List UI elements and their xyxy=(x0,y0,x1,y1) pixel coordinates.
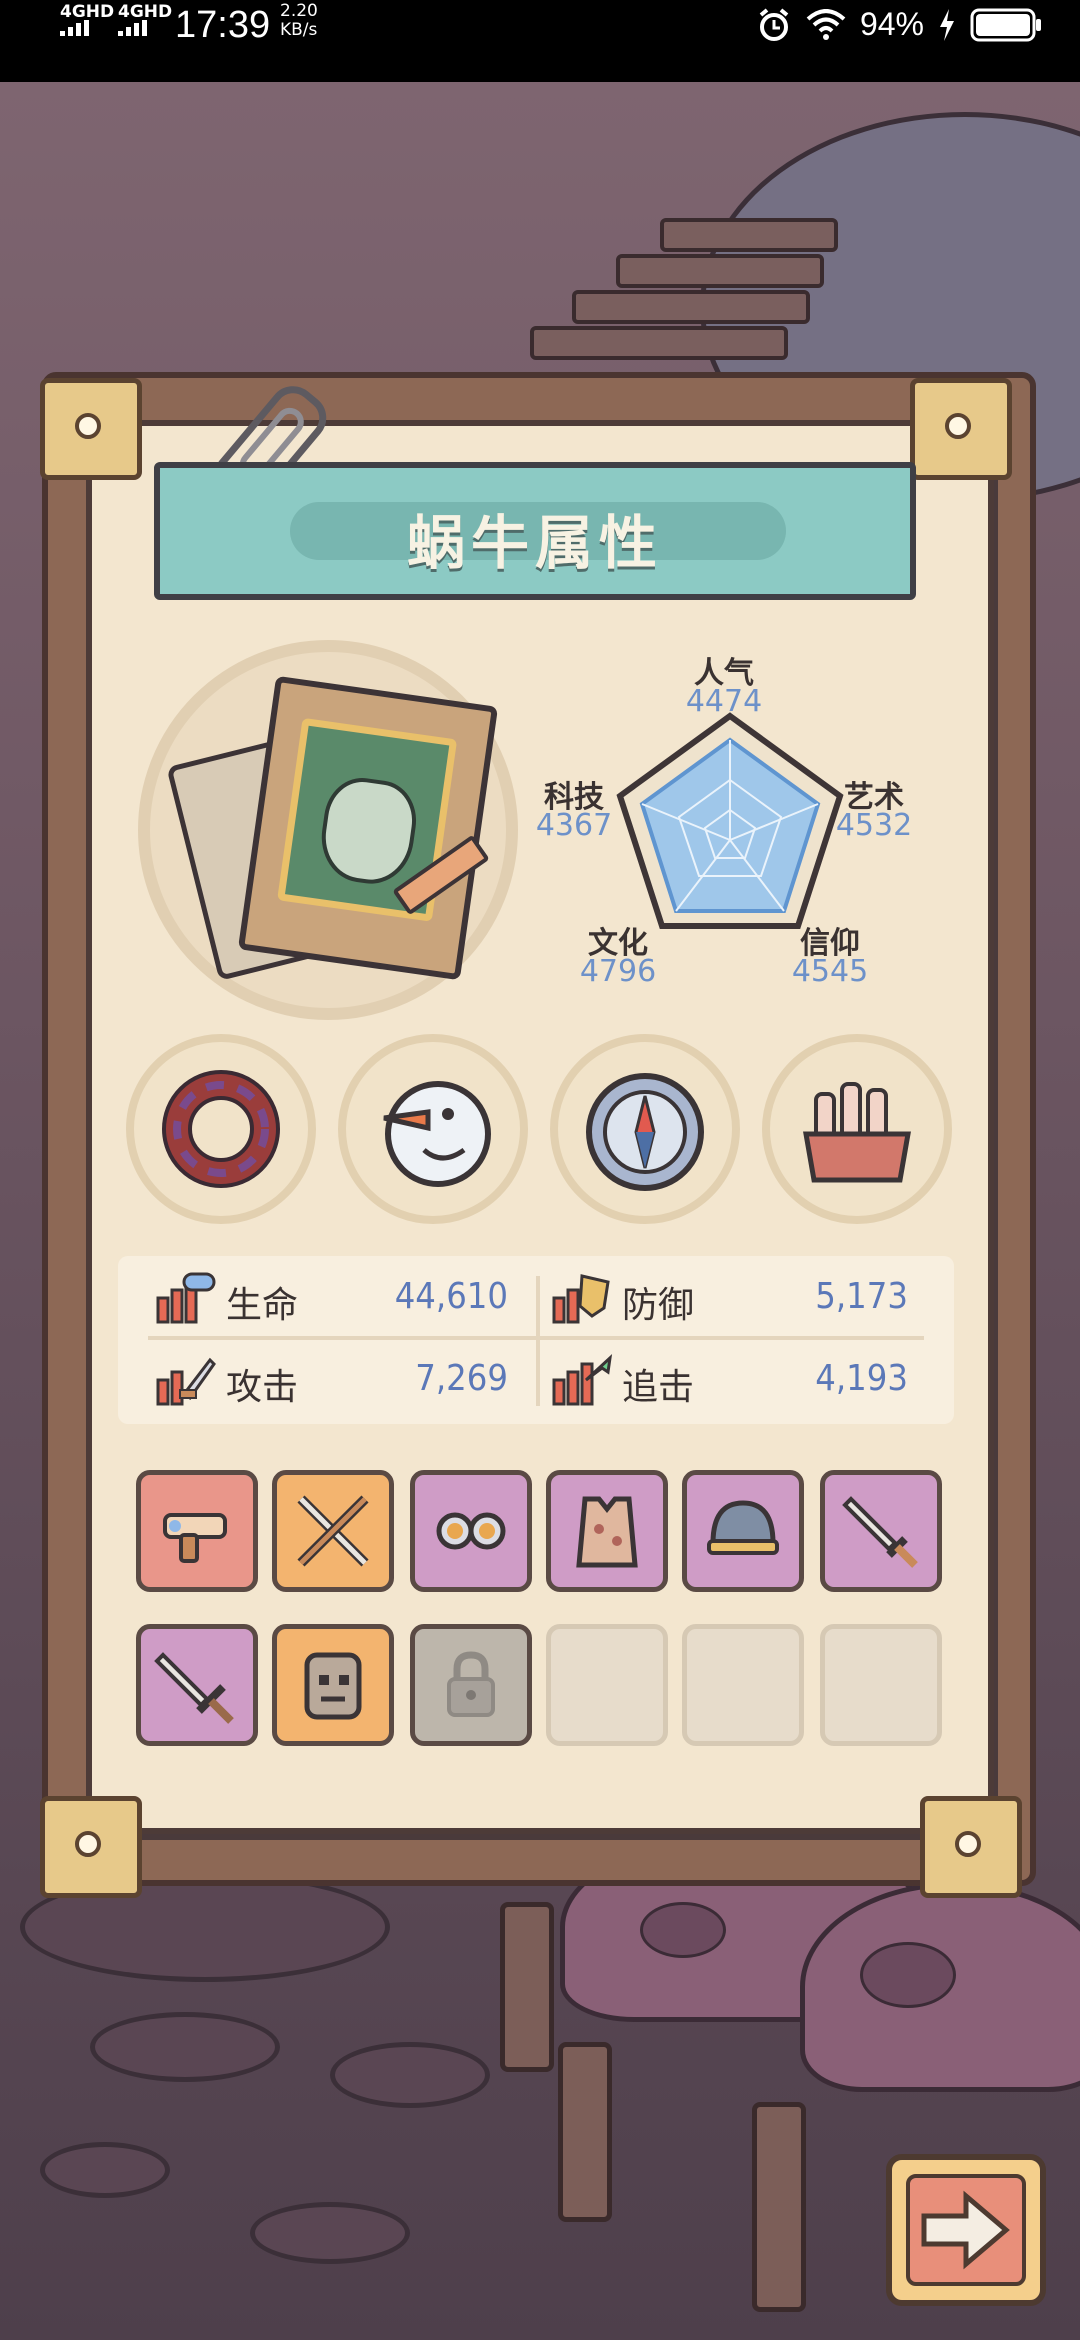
charging-icon xyxy=(940,8,954,41)
equipment-slot-7[interactable] xyxy=(136,1624,258,1746)
clock: 17:39 xyxy=(175,4,271,46)
background-plank xyxy=(572,290,810,324)
network-speed: 2.20 KB/s xyxy=(280,1,318,40)
equipment-slot-8[interactable] xyxy=(272,1624,394,1746)
attack-icon xyxy=(156,1357,216,1406)
defense-icon xyxy=(552,1274,610,1324)
stat-value-technology: 4367 xyxy=(535,808,613,843)
equipment-slot-2[interactable] xyxy=(272,1470,394,1592)
equipment-slot-4[interactable] xyxy=(546,1470,668,1592)
pursuit-icon xyxy=(552,1354,613,1406)
alarm-icon xyxy=(759,7,789,41)
hp-label: 生命 xyxy=(226,1285,299,1326)
attribute-slot-4[interactable] xyxy=(762,1034,952,1224)
equipment-slot-3[interactable] xyxy=(410,1470,532,1592)
attack-value: 7,269 xyxy=(415,1358,508,1399)
attribute-slot-1[interactable] xyxy=(126,1034,316,1224)
background-stone xyxy=(250,2202,410,2264)
background-stone xyxy=(330,2042,490,2108)
stat-value-faith: 4545 xyxy=(791,954,869,989)
hp-icon xyxy=(156,1272,216,1324)
wooden-totem-icon xyxy=(304,1652,362,1720)
armor-vest-icon xyxy=(576,1496,638,1568)
equipment-slot-empty[interactable] xyxy=(682,1624,804,1746)
network-label-1: 4GHD xyxy=(60,2,115,22)
tentacle-ring-icon xyxy=(162,1070,280,1188)
short-sword-icon xyxy=(154,1652,234,1724)
background-plank xyxy=(660,218,838,252)
signal-icon xyxy=(118,20,152,36)
background-plank xyxy=(530,326,788,360)
defense-label: 防御 xyxy=(622,1285,695,1326)
defense-value: 5,173 xyxy=(815,1276,908,1317)
hp-value: 44,610 xyxy=(394,1276,508,1317)
stat-value-art: 4532 xyxy=(835,808,913,843)
equipment-slot-1[interactable] xyxy=(136,1470,258,1592)
corner-bracket xyxy=(40,1796,142,1898)
corner-bracket xyxy=(910,378,1012,480)
character-face-icon xyxy=(315,773,422,890)
background-stone xyxy=(90,2012,280,2082)
fence-post xyxy=(558,2042,612,2222)
stat-value-culture: 4796 xyxy=(579,954,657,989)
attribute-slot-2[interactable] xyxy=(338,1034,528,1224)
title-banner: 蜗牛属性 xyxy=(154,462,916,600)
right-arrow-icon xyxy=(921,2190,1010,2270)
mushroom-spot xyxy=(640,1902,726,1958)
attribute-slot-3[interactable] xyxy=(550,1034,740,1224)
combat-stats-panel: 生命 44,610 防御 5,173 攻击 7,269 追击 4,193 xyxy=(118,1256,954,1424)
background-plank xyxy=(616,254,824,288)
character-portrait[interactable] xyxy=(237,675,499,981)
corner-bracket xyxy=(920,1796,1022,1898)
helmet-icon xyxy=(707,1500,779,1555)
dagger-icon xyxy=(842,1496,918,1568)
compass-icon xyxy=(586,1073,704,1191)
snowman-head-icon xyxy=(383,1081,491,1187)
next-button[interactable] xyxy=(886,2154,1046,2306)
mushroom-spot xyxy=(860,1942,956,2008)
signal-icon xyxy=(60,20,94,36)
equipment-slot-locked[interactable] xyxy=(410,1624,532,1746)
status-bar: 4GHD 4GHD 17:39 2.20 KB/s 94% xyxy=(0,0,1080,82)
stat-value-popularity: 4474 xyxy=(685,684,763,719)
crossed-swords-icon xyxy=(297,1495,369,1567)
wifi-icon xyxy=(806,8,846,40)
pursuit-value: 4,193 xyxy=(815,1358,908,1399)
equipment-slot-empty[interactable] xyxy=(546,1624,668,1746)
network-label-2: 4GHD xyxy=(118,2,173,22)
blaster-gun-icon xyxy=(163,1513,227,1563)
battery-percent: 94% xyxy=(859,6,924,42)
lock-icon xyxy=(447,1651,495,1717)
background-stone xyxy=(40,2142,170,2198)
equipment-slot-6[interactable] xyxy=(820,1470,942,1592)
equipment-slot-5[interactable] xyxy=(682,1470,804,1592)
pursuit-label: 追击 xyxy=(622,1367,695,1408)
goggles-icon xyxy=(436,1512,506,1550)
corner-bracket xyxy=(40,378,142,480)
attack-label: 攻击 xyxy=(226,1367,299,1408)
fence-post xyxy=(752,2102,806,2312)
potion-crate-icon xyxy=(803,1082,911,1183)
battery-icon xyxy=(970,8,1041,41)
page-title: 蜗牛属性 xyxy=(406,509,663,577)
fence-post xyxy=(500,1902,554,2072)
equipment-slot-empty[interactable] xyxy=(820,1624,942,1746)
